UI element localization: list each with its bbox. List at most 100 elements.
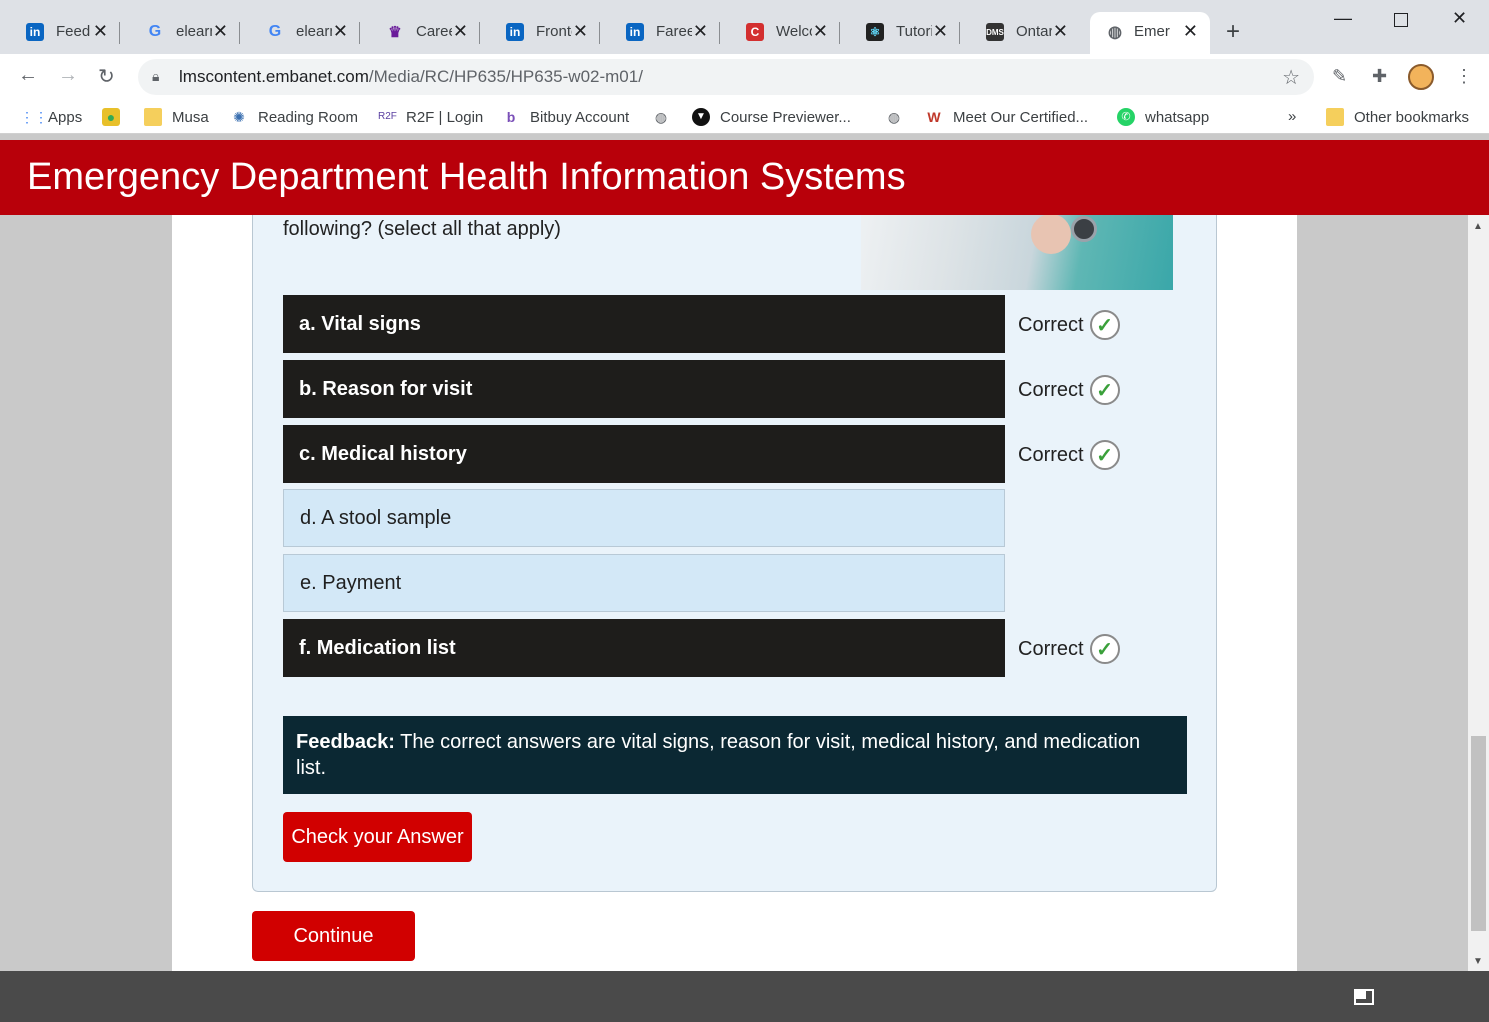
close-tab-icon[interactable]: ✕ [813, 21, 828, 42]
globe-icon: ◍ [654, 109, 668, 125]
tab-5[interactable]: in Fareed ✕ [600, 12, 720, 54]
bookmark-globe[interactable]: ◍ [885, 108, 913, 126]
tab-8[interactable]: DMS Ontar ✕ [960, 12, 1080, 54]
close-tab-icon[interactable]: ✕ [333, 21, 348, 42]
nurse-stethoscope-image [861, 215, 1173, 290]
whatsapp-icon: ✆ [1117, 108, 1135, 126]
bookmark-globe[interactable]: ◍ [652, 108, 680, 126]
extensions-puzzle-icon[interactable]: ✚ [1372, 66, 1387, 87]
bookmark-star-icon[interactable]: ☆ [1282, 65, 1300, 90]
tab-title: Feed | [56, 23, 92, 40]
content-area: following? (select all that apply) a. Vi… [172, 215, 1297, 971]
check-icon: ✓ [1089, 310, 1120, 340]
tab-1[interactable]: G elearn ✕ [120, 12, 240, 54]
verdict-f: Correct ✓ [1018, 631, 1120, 667]
menu-kebab-icon[interactable]: ⋮ [1455, 66, 1473, 87]
lock-icon: 🔒︎ [152, 68, 160, 84]
answer-option-f[interactable]: f. Medication list [283, 619, 1005, 677]
scrollbar[interactable]: ▲ ▼ [1468, 215, 1489, 971]
linkedin-icon: in [626, 23, 644, 41]
maximize-icon[interactable] [1394, 13, 1408, 27]
scroll-up-icon[interactable]: ▲ [1473, 221, 1483, 232]
verdict-c: Correct ✓ [1018, 437, 1120, 473]
bookmark-apps[interactable]: ⋮⋮ Apps [20, 108, 82, 126]
tab-title: elearn [296, 23, 332, 40]
turtle-icon: ● [102, 108, 120, 126]
question-text: following? (select all that apply) [283, 218, 561, 240]
folder-icon [144, 108, 162, 126]
bookmark-whatsapp[interactable]: ✆ whatsapp [1117, 108, 1209, 126]
bookmark-reading-room[interactable]: ✺ Reading Room [230, 108, 358, 126]
close-tab-icon[interactable]: ✕ [573, 21, 588, 42]
bookmark-bitbuy[interactable]: b Bitbuy Account [502, 108, 630, 126]
tab-active[interactable]: ◍ Emerg ✕ [1090, 12, 1210, 54]
verdict-b: Correct ✓ [1018, 372, 1120, 408]
check-answer-button[interactable]: Check your Answer [283, 812, 472, 862]
new-tab-icon[interactable]: + [1226, 18, 1240, 46]
tab-title: Career [416, 23, 452, 40]
globe-icon: ◍ [1108, 24, 1122, 41]
bookmark-musa[interactable]: Musa [144, 108, 209, 126]
window-restore-icon[interactable] [1354, 989, 1374, 1005]
verdict-a: Correct ✓ [1018, 307, 1120, 343]
bookmarks-overflow[interactable]: » [1288, 108, 1296, 125]
close-window-icon[interactable]: ✕ [1452, 8, 1467, 29]
eyedropper-icon[interactable]: ✎ [1332, 66, 1347, 87]
page-title: Emergency Department Health Information … [27, 156, 906, 198]
tab-2[interactable]: G elearn ✕ [240, 12, 360, 54]
tab-title: Ontar [1016, 23, 1052, 40]
close-tab-icon[interactable]: ✕ [693, 21, 708, 42]
course-header: Emergency Department Health Information … [0, 140, 1489, 215]
overflow-icon: » [1288, 108, 1297, 125]
globe-icon: ◍ [887, 109, 901, 125]
answer-option-d[interactable]: d. A stool sample [283, 489, 1005, 547]
bookmark-turtle[interactable]: ● [102, 108, 130, 126]
google-icon: G [268, 23, 282, 40]
bookmark-meet-certified[interactable]: W Meet Our Certified... [925, 108, 1088, 126]
close-tab-icon[interactable]: ✕ [453, 21, 468, 42]
bookmark-course-previewer[interactable]: ▼ Course Previewer... [692, 108, 851, 126]
forward-icon[interactable]: → [58, 64, 78, 87]
continue-button[interactable]: Continue [252, 911, 415, 961]
tab-0[interactable]: in Feed | ✕ [0, 12, 120, 54]
tab-strip: in Feed | ✕ G elearn ✕ G elearn ✕ ♛ Care… [0, 0, 1489, 54]
close-tab-icon[interactable]: ✕ [1053, 21, 1068, 42]
close-tab-icon[interactable]: ✕ [213, 21, 228, 42]
check-icon: ✓ [1089, 375, 1120, 405]
profile-avatar[interactable] [1408, 64, 1434, 90]
dms-icon: DMS [986, 23, 1004, 41]
tab-title: elearn [176, 23, 212, 40]
question-card: following? (select all that apply) a. Vi… [252, 215, 1217, 892]
bookmark-r2f[interactable]: R2F R2F | Login [378, 108, 483, 126]
answer-option-e[interactable]: e. Payment [283, 554, 1005, 612]
reload-icon[interactable]: ↻ [98, 64, 115, 89]
url-text[interactable]: lmscontent.embanet.com/Media/RC/HP635/HP… [179, 67, 643, 87]
answer-option-b[interactable]: b. Reason for visit [283, 360, 1005, 418]
minimize-icon[interactable]: — [1334, 8, 1352, 29]
tab-title: Tutori [896, 23, 932, 40]
answer-option-a[interactable]: a. Vital signs [283, 295, 1005, 353]
tab-7[interactable]: ⚛ Tutori ✕ [840, 12, 960, 54]
close-tab-icon[interactable]: ✕ [933, 21, 948, 42]
close-tab-icon[interactable]: ✕ [1183, 21, 1198, 42]
answer-option-c[interactable]: c. Medical history [283, 425, 1005, 483]
player-bottom-bar [0, 971, 1489, 1022]
scroll-thumb[interactable] [1471, 736, 1486, 931]
google-icon: G [148, 23, 162, 40]
feedback-text: The correct answers are vital signs, rea… [296, 731, 1141, 779]
tab-title: Emerg [1134, 23, 1170, 40]
bookmarks-bar: ⋮⋮ Apps ● Musa ✺ Reading Room R2F R2F | Log… [0, 100, 1489, 134]
scroll-down-icon[interactable]: ▼ [1473, 956, 1483, 967]
close-tab-icon[interactable]: ✕ [93, 21, 108, 42]
address-bar[interactable]: 🔒︎ lmscontent.embanet.com/Media/RC/HP635… [138, 59, 1314, 95]
linkedin-icon: in [506, 23, 524, 41]
bookmark-other[interactable]: Other bookmarks [1326, 108, 1469, 126]
tab-4[interactable]: in Fronte ✕ [480, 12, 600, 54]
tab-6[interactable]: C Welco ✕ [720, 12, 840, 54]
reading-room-icon: ✺ [233, 109, 245, 125]
previewer-icon: ▼ [692, 108, 710, 126]
tab-title: Welco [776, 23, 812, 40]
tab-3[interactable]: ♛ Career ✕ [360, 12, 480, 54]
back-icon[interactable]: ← [18, 64, 38, 87]
check-icon: ✓ [1089, 440, 1120, 470]
